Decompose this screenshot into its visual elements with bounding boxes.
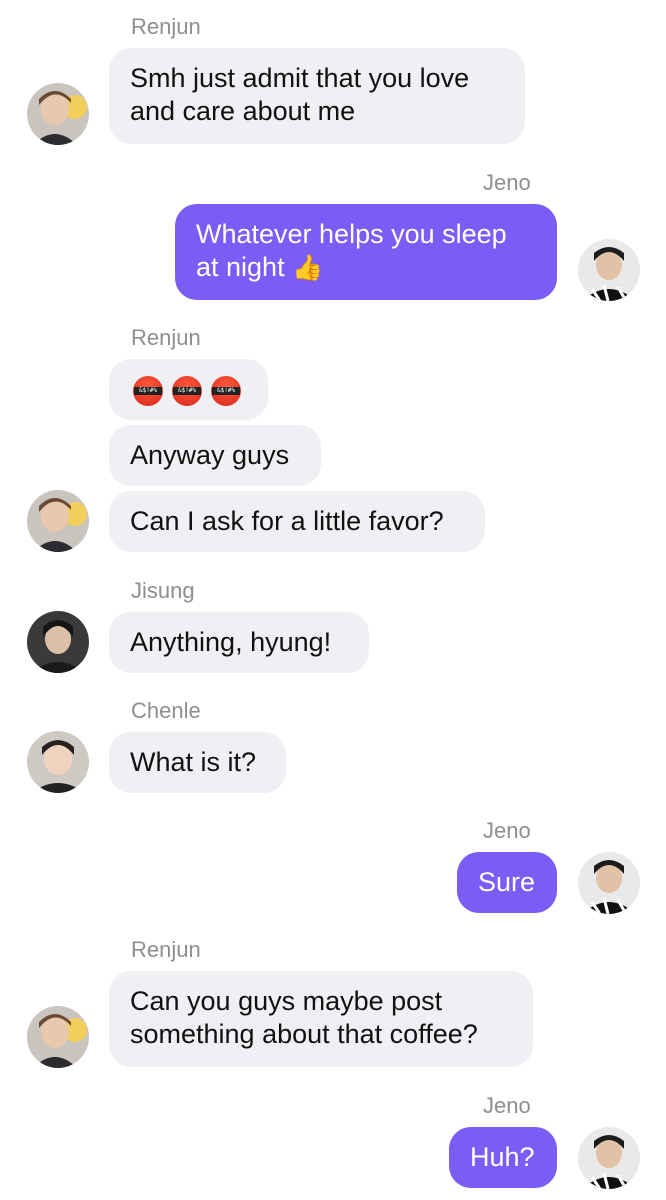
sender-name: Jeno <box>483 818 531 843</box>
sender-name: Renjun <box>131 14 201 39</box>
message-text: What is it? <box>130 747 257 777</box>
avatar-photo <box>27 1006 89 1068</box>
sender-name: Jisung <box>131 578 195 603</box>
message-text: Sure <box>478 867 536 897</box>
avatar-jeno[interactable] <box>578 1127 640 1189</box>
message-text: Huh? <box>470 1142 535 1172</box>
message-bubble-outgoing[interactable]: Huh? <box>449 1127 557 1188</box>
message-bubble-incoming[interactable]: Smh just admit that you love and care ab… <box>109 48 525 144</box>
message-text-line: Can you guys maybe post <box>130 986 443 1016</box>
message-bubble-incoming[interactable]: &$!#% &$!#% &$!#% <box>109 359 268 420</box>
sender-name: Renjun <box>131 325 201 350</box>
message-text-line: at night <box>196 252 285 282</box>
avatar-chenle[interactable] <box>27 731 89 793</box>
avatar-jeno[interactable] <box>578 239 640 301</box>
message-text-line: and care about me <box>130 96 356 126</box>
sender-name: Jeno <box>483 170 531 195</box>
avatar-photo <box>578 852 640 914</box>
message-bubble-incoming[interactable]: Can you guys maybe post something about … <box>109 971 533 1067</box>
message-text-line: something about that coffee? <box>130 1019 478 1049</box>
thumbs-up-icon: 👍 <box>292 254 324 283</box>
message-bubble-incoming[interactable]: Can I ask for a little favor? <box>109 491 485 552</box>
face-with-symbols-on-mouth-icon: &$!#% <box>133 375 163 406</box>
avatar-photo <box>27 611 89 673</box>
avatar-photo <box>27 83 89 145</box>
message-text: Anything, hyung! <box>130 627 332 657</box>
face-with-symbols-on-mouth-icon: &$!#% <box>211 375 241 406</box>
message-bubble-outgoing[interactable]: Sure <box>457 852 557 913</box>
message-text: Can I ask for a little favor? <box>130 506 444 536</box>
sender-name: Jeno <box>483 1093 531 1118</box>
message-bubble-incoming[interactable]: What is it? <box>109 732 286 793</box>
avatar-photo <box>578 239 640 301</box>
avatar-renjun[interactable] <box>27 1006 89 1068</box>
avatar-photo <box>27 490 89 552</box>
avatar-photo <box>578 1127 640 1189</box>
avatar-jeno[interactable] <box>578 852 640 914</box>
message-text: Anyway guys <box>130 440 290 470</box>
message-bubble-outgoing[interactable]: Whatever helps you sleep at night 👍 <box>175 204 557 300</box>
avatar-renjun[interactable] <box>27 490 89 552</box>
message-bubble-incoming[interactable]: Anything, hyung! <box>109 612 369 673</box>
sender-name: Renjun <box>131 937 201 962</box>
message-bubble-incoming[interactable]: Anyway guys <box>109 425 321 486</box>
message-text-line: Smh just admit that you love <box>130 63 470 93</box>
avatar-jisung[interactable] <box>27 611 89 673</box>
face-with-symbols-on-mouth-icon: &$!#% <box>172 375 202 406</box>
sender-name: Chenle <box>131 698 201 723</box>
avatar-renjun[interactable] <box>27 83 89 145</box>
avatar-photo <box>27 731 89 793</box>
message-text-line: Whatever helps you sleep <box>196 219 507 249</box>
